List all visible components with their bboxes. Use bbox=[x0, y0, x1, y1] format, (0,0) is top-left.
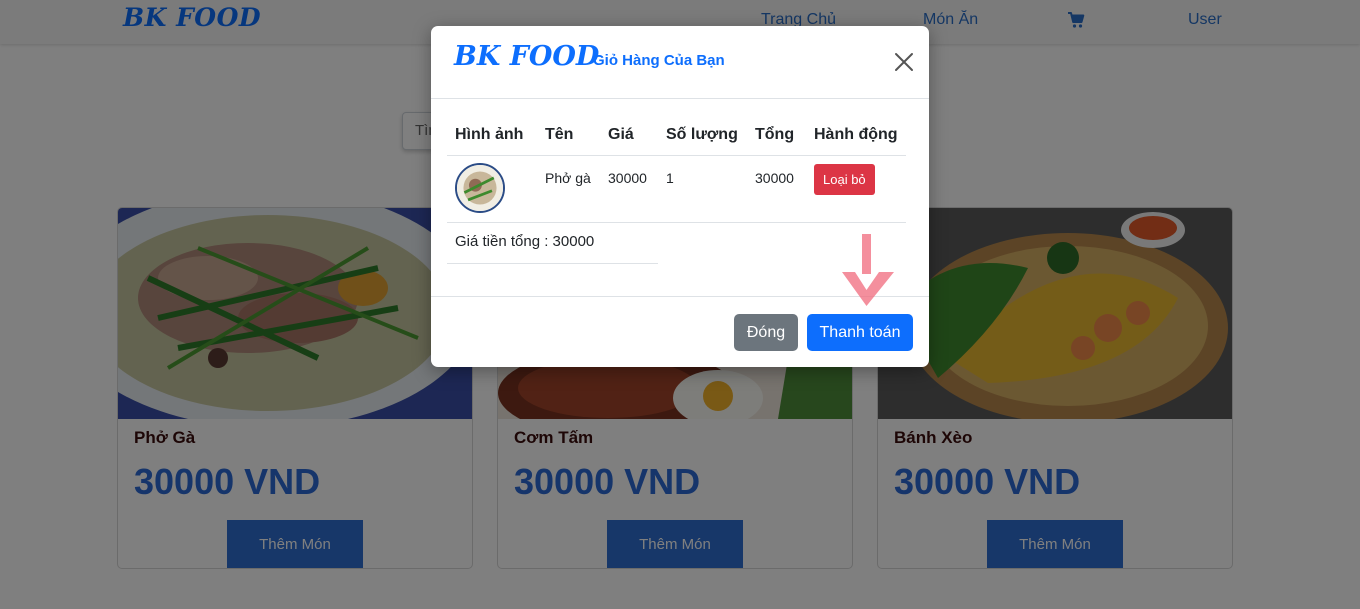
close-button[interactable]: Đóng bbox=[734, 314, 798, 351]
cart-table: Hình ảnh Tên Giá Số lượng Tổng Hành động bbox=[447, 115, 906, 223]
column-header: Tên bbox=[537, 115, 600, 156]
table-row: Phở gà 30000 1 30000 Loại bỏ bbox=[447, 155, 906, 223]
modal-header: BK FOOD Giỏ Hàng Của Bạn bbox=[431, 26, 929, 99]
cell-quantity: 1 bbox=[658, 155, 747, 223]
column-header: Số lượng bbox=[658, 115, 747, 156]
checkout-button[interactable]: Thanh toán bbox=[807, 314, 913, 351]
column-header: Tổng bbox=[747, 115, 806, 156]
cell-total: 30000 bbox=[747, 155, 806, 223]
close-icon[interactable] bbox=[893, 51, 915, 73]
cell-image bbox=[447, 155, 537, 223]
cell-action: Loại bỏ bbox=[806, 155, 906, 223]
arrow-down-icon bbox=[842, 234, 894, 306]
cell-price: 30000 bbox=[600, 155, 658, 223]
cart-modal: BK FOOD Giỏ Hàng Của Bạn Hình ảnh Tên Gi… bbox=[431, 26, 929, 367]
modal-title: Giỏ Hàng Của Bạn bbox=[593, 52, 725, 69]
cell-name: Phở gà bbox=[537, 155, 600, 223]
modal-brand-logo: BK FOOD bbox=[454, 41, 600, 72]
column-header: Hình ảnh bbox=[447, 115, 537, 156]
cart-table-header: Hình ảnh Tên Giá Số lượng Tổng Hành động bbox=[447, 115, 906, 156]
dish-thumbnail bbox=[455, 162, 505, 213]
column-header: Hành động bbox=[806, 115, 906, 156]
remove-button[interactable]: Loại bỏ bbox=[814, 163, 875, 195]
cart-total: Giá tiền tổng : 30000 bbox=[447, 222, 658, 264]
column-header: Giá bbox=[600, 115, 658, 156]
